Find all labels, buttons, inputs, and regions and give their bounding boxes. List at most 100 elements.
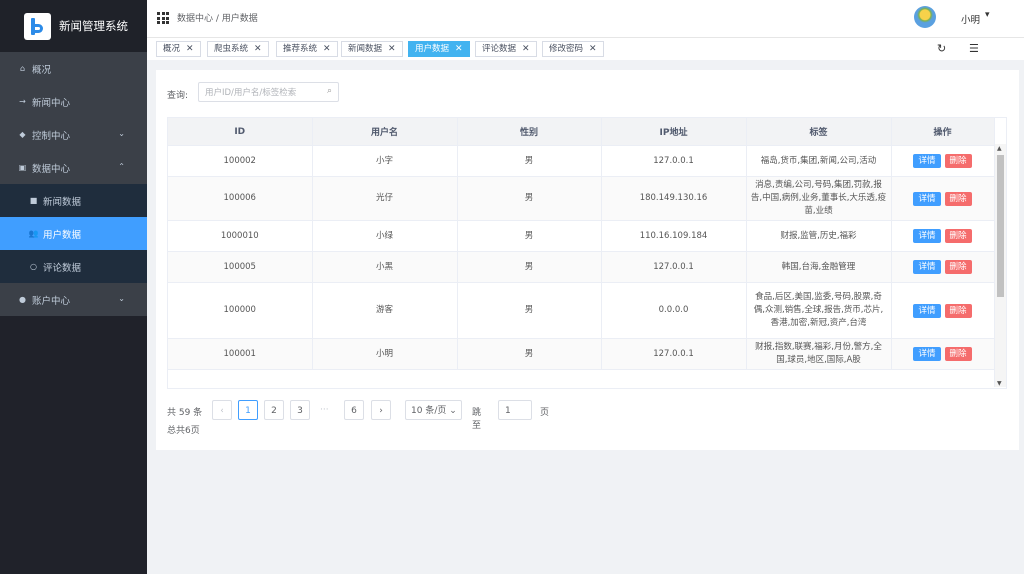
refresh-icon[interactable]: ↻ <box>937 42 946 55</box>
sidebar-item-news-center[interactable]: → 新闻中心 <box>0 85 147 118</box>
breadcrumb: 数据中心 / 用户数据 <box>177 14 258 24</box>
detail-button[interactable]: 详情 <box>913 260 941 274</box>
avatar[interactable] <box>914 6 936 28</box>
column-header-ip[interactable]: IP地址 <box>601 118 747 146</box>
jump-label: 跳至 <box>472 408 482 431</box>
cell-username: 光仔 <box>312 176 458 221</box>
cell-tags: 韩国,台海,金融管理 <box>746 251 892 283</box>
sidebar-item-account-center[interactable]: ● 账户中心 ⌄ <box>0 283 147 316</box>
app-logo <box>24 12 51 40</box>
table-row: 100006 光仔 男 180.149.130.16 消息,责编,公司,号码,集… <box>168 176 995 221</box>
close-icon[interactable]: ✕ <box>522 44 530 54</box>
search-field[interactable]: ⌕ <box>198 82 339 102</box>
close-icon[interactable]: ✕ <box>455 44 463 54</box>
cell-gender: 男 <box>457 220 602 252</box>
apps-grid-icon[interactable] <box>157 12 169 24</box>
page-button[interactable]: 1 <box>238 400 258 420</box>
cell-gender: 男 <box>457 338 602 370</box>
detail-button[interactable]: 详情 <box>913 191 941 206</box>
delete-button[interactable]: 删除 <box>944 303 972 318</box>
database-icon: ▣ <box>18 163 27 172</box>
close-icon[interactable]: ✕ <box>186 44 194 54</box>
delete-button[interactable]: 删除 <box>944 347 972 361</box>
table-header-row: ID 用户名 性别 IP地址 标签 操作 <box>168 118 995 146</box>
tab-user-data[interactable]: 用户数据 ✕ <box>408 41 470 57</box>
scroll-down-icon[interactable]: ▼ <box>997 380 1002 387</box>
sidebar-item-label: 新闻中心 <box>32 97 71 109</box>
sidebar-item-label: 概况 <box>32 64 52 76</box>
cell-actions: 详情 删除 <box>891 282 995 339</box>
delete-button[interactable]: 删除 <box>944 154 972 168</box>
delete-button[interactable]: 删除 <box>944 260 972 274</box>
user-table: ID 用户名 性别 IP地址 标签 操作 100002 小字 男 127.0.0… <box>167 117 1007 389</box>
tags-bar: 概况 ✕ 爬虫系统 ✕ 推荐系统 ✕ 新闻数据 ✕ 用户数据 ✕ 评论数据 ✕ 修改密码 ✕ … <box>147 37 1024 61</box>
column-header-id[interactable]: ID <box>168 118 313 146</box>
table-scrollbar[interactable]: ▲ ▼ <box>994 144 1006 387</box>
detail-button[interactable]: 详情 <box>913 303 941 318</box>
next-page-button[interactable]: › <box>371 400 391 420</box>
sidebar-item-comment-data[interactable]: ○ 评论数据 <box>0 250 147 283</box>
cell-actions: 详情 删除 <box>891 220 995 252</box>
tab-comment-data[interactable]: 评论数据 ✕ <box>475 41 537 57</box>
prev-page-button[interactable]: ‹ <box>212 400 232 420</box>
app-title: 新闻管理系统 <box>59 19 128 33</box>
page-count: 总共6页 <box>167 426 200 436</box>
sidebar-item-news-data[interactable]: ■ 新闻数据 <box>0 184 147 217</box>
brand: 新闻管理系统 <box>0 0 147 52</box>
tab-news-data[interactable]: 新闻数据 ✕ <box>341 41 403 57</box>
page-size-select[interactable]: 10 条/页 ⌄ <box>405 400 462 420</box>
scrollbar-thumb[interactable] <box>997 155 1004 297</box>
detail-button[interactable]: 详情 <box>913 347 941 361</box>
comment-icon: ○ <box>30 262 37 271</box>
scroll-up-icon[interactable]: ▲ <box>997 145 1002 152</box>
sidebar-item-control-center[interactable]: ◆ 控制中心 ⌄ <box>0 118 147 151</box>
settings-sliders-icon[interactable]: ☰ <box>969 42 979 55</box>
column-header-gender[interactable]: 性别 <box>457 118 602 146</box>
cell-id: 1000010 <box>168 220 313 252</box>
tab-crawler-system[interactable]: 爬虫系统 ✕ <box>207 41 269 57</box>
search-icon[interactable]: ⌕ <box>327 86 332 96</box>
close-icon[interactable]: ✕ <box>254 44 262 54</box>
cell-id: 100005 <box>168 251 313 283</box>
user-name[interactable]: 小明 <box>961 12 980 26</box>
table-row: 100001 小明 男 127.0.0.1 财报,指数,联赛,福彩,月份,警方,… <box>168 338 995 370</box>
close-icon[interactable]: ✕ <box>589 44 597 54</box>
delete-button[interactable]: 删除 <box>944 191 972 206</box>
user-data-card: 查询: ⌕ ID 用户名 性别 IP地址 标签 操作 <box>156 70 1019 450</box>
cell-tags: 福岛,货币,集团,新闻,公司,活动 <box>746 145 892 177</box>
page-button[interactable]: 3 <box>290 400 310 420</box>
cell-gender: 男 <box>457 176 602 221</box>
sidebar-item-label: 新闻数据 <box>43 196 82 208</box>
tab-recommend-system[interactable]: 推荐系统 ✕ <box>276 41 338 57</box>
detail-button[interactable]: 详情 <box>913 229 941 243</box>
page-button[interactable]: 6 <box>344 400 364 420</box>
sidebar-item-data-center[interactable]: ▣ 数据中心 ⌃ <box>0 151 147 184</box>
cell-id: 100001 <box>168 338 313 370</box>
column-header-username[interactable]: 用户名 <box>312 118 458 146</box>
sidebar-item-overview[interactable]: ⌂ 概况 <box>0 52 147 85</box>
sidebar-item-label: 用户数据 <box>43 229 82 241</box>
sidebar-menu: ⌂ 概况 → 新闻中心 ◆ 控制中心 ⌄ ▣ 数据中心 ⌃ ■ 新闻数据 👥 用… <box>0 52 147 316</box>
pagination-total: 共 59 条 <box>167 408 203 418</box>
caret-down-icon[interactable]: ▾ <box>985 10 990 20</box>
cell-actions: 详情 删除 <box>891 338 995 370</box>
table-row: 100000 游客 男 0.0.0.0 食品,后区,美国,监委,号码,股票,奇偶… <box>168 282 995 339</box>
cell-ip: 110.16.109.184 <box>601 220 747 252</box>
page-button[interactable]: 2 <box>264 400 284 420</box>
jump-page-input[interactable]: 1 <box>498 400 532 420</box>
search-input[interactable] <box>203 84 322 102</box>
tab-overview[interactable]: 概况 ✕ <box>156 41 201 57</box>
pagination-ellipsis[interactable]: ··· <box>320 405 329 415</box>
column-header-actions: 操作 <box>891 118 995 146</box>
sidebar-item-user-data[interactable]: 👥 用户数据 <box>0 217 147 250</box>
column-header-tags[interactable]: 标签 <box>746 118 892 146</box>
cell-actions: 详情 删除 <box>891 145 995 177</box>
tab-change-password[interactable]: 修改密码 ✕ <box>542 41 604 57</box>
chevron-down-icon: ⌄ <box>449 406 457 416</box>
delete-button[interactable]: 删除 <box>944 229 972 243</box>
sidebar: 新闻管理系统 ⌂ 概况 → 新闻中心 ◆ 控制中心 ⌄ ▣ 数据中心 ⌃ ■ 新… <box>0 0 147 574</box>
detail-button[interactable]: 详情 <box>913 154 941 168</box>
close-icon[interactable]: ✕ <box>323 44 331 54</box>
close-icon[interactable]: ✕ <box>388 44 396 54</box>
query-label: 查询: <box>167 91 189 101</box>
